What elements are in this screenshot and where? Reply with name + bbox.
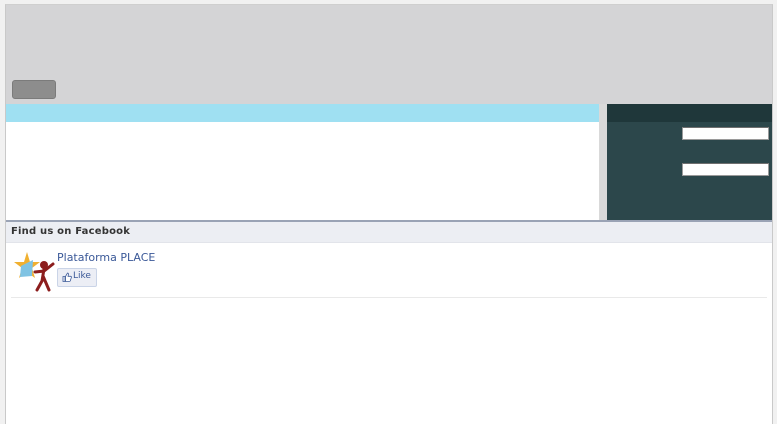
thumbs-up-icon — [62, 272, 72, 282]
facebook-separator — [11, 297, 767, 298]
header-button[interactable] — [12, 80, 56, 99]
facebook-like-box: Find us on Facebook Plataforma PLACE Lik… — [6, 222, 772, 424]
page-frame: Find us on Facebook Plataforma PLACE Lik… — [5, 4, 773, 424]
like-button-label: Like — [73, 271, 91, 281]
side-input-1[interactable] — [682, 127, 769, 140]
header — [6, 5, 772, 104]
facebook-page-name[interactable]: Plataforma PLACE — [57, 251, 155, 264]
content-bar — [6, 104, 599, 122]
like-button[interactable]: Like — [57, 268, 97, 287]
main-area — [6, 104, 772, 220]
facebook-section-title: Find us on Facebook — [11, 226, 131, 237]
side-panel — [607, 104, 772, 220]
side-panel-header — [607, 104, 772, 122]
facebook-page-entry: Plataforma PLACE Like — [6, 243, 772, 298]
content-panel — [6, 104, 599, 220]
plataforma-place-logo-icon[interactable] — [13, 250, 55, 292]
side-input-2[interactable] — [682, 163, 769, 176]
facebook-title-bar: Find us on Facebook — [6, 222, 772, 243]
